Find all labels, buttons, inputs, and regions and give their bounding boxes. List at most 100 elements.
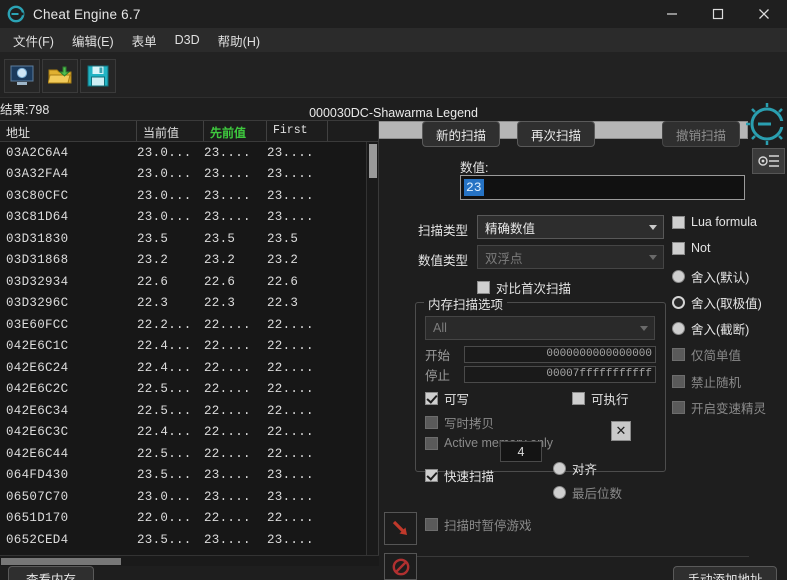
results-horizontal-scrollbar[interactable] bbox=[0, 555, 379, 566]
address-cell: 042E6C24 bbox=[6, 360, 69, 375]
fast-scan-checkbox[interactable]: 快速扫描 bbox=[425, 466, 494, 485]
radio-circle bbox=[672, 322, 685, 335]
column-first-value[interactable]: First bbox=[267, 121, 328, 141]
round-default-radio[interactable]: 舍入(默认) bbox=[672, 267, 749, 286]
menu-edit[interactable]: 编辑(E) bbox=[63, 28, 123, 53]
scan-value-input[interactable]: 23 bbox=[460, 175, 745, 200]
simple-values-only-checkbox[interactable]: 仅简单值 bbox=[672, 345, 741, 364]
table-row[interactable]: 042E6C24 22.4... 22.... 22.... bbox=[0, 357, 378, 379]
enable-speedhack-checkbox[interactable]: 开启变速精灵 bbox=[672, 398, 766, 417]
table-row[interactable]: 042E6C44 22.5... 22.... 22.... bbox=[0, 443, 378, 465]
table-row[interactable]: 03D3296C 22.3 22.3 22.3 bbox=[0, 293, 378, 315]
close-x-icon[interactable]: ✕ bbox=[611, 421, 631, 441]
value-type-select[interactable]: 双浮点 bbox=[477, 245, 664, 269]
table-row[interactable]: 03C81D64 23.0... 23.... 23.... bbox=[0, 207, 378, 229]
close-icon[interactable] bbox=[741, 0, 787, 28]
table-row[interactable]: 0651D170 22.0... 22.... 22.... bbox=[0, 508, 378, 530]
open-folder-icon[interactable] bbox=[42, 59, 78, 93]
first-value-cell: 22.6 bbox=[267, 274, 299, 289]
select-process-icon[interactable] bbox=[4, 59, 40, 93]
checkbox-box bbox=[672, 241, 685, 255]
address-cell: 0652CED4 bbox=[6, 532, 69, 547]
add-address-manually-button[interactable]: 手动添加地址 bbox=[673, 566, 777, 580]
table-row[interactable]: 042E6C2C 22.5... 22.... 22.... bbox=[0, 379, 378, 401]
current-value-cell: 23.5... bbox=[137, 468, 192, 483]
table-row[interactable]: 03A32FA4 23.0... 23.... 23.... bbox=[0, 164, 378, 186]
lua-formula-checkbox[interactable]: Lua formula bbox=[672, 215, 757, 229]
red-no-entry-icon[interactable] bbox=[384, 553, 417, 580]
column-current-value[interactable]: 当前值 bbox=[137, 121, 204, 141]
alignment-radio[interactable]: 对齐 bbox=[553, 459, 597, 478]
writable-checkbox[interactable]: 可写 bbox=[425, 389, 469, 408]
not-checkbox[interactable]: Not bbox=[672, 241, 710, 255]
first-value-cell: 23.... bbox=[267, 145, 314, 160]
table-row[interactable]: 042E6C34 22.5... 22.... 22.... bbox=[0, 400, 378, 422]
fast-scan-value-input[interactable]: 4 bbox=[500, 441, 542, 462]
start-address-input[interactable]: 0000000000000000 bbox=[464, 346, 656, 363]
value-label: 数值: bbox=[460, 161, 489, 175]
undo-scan-button[interactable]: 撤销扫描 bbox=[662, 121, 740, 147]
address-cell: 042E6C44 bbox=[6, 446, 69, 461]
results-vertical-scroll-thumb[interactable] bbox=[369, 144, 377, 178]
address-cell: 042E6C34 bbox=[6, 403, 69, 418]
stop-address-input[interactable]: 00007fffffffffff bbox=[464, 366, 656, 383]
menu-table[interactable]: 表单 bbox=[123, 28, 166, 53]
first-value-cell: 22.... bbox=[267, 425, 314, 440]
maximize-icon[interactable] bbox=[695, 0, 741, 28]
table-row[interactable]: 03E60FCC 22.2... 22.... 22.... bbox=[0, 314, 378, 336]
save-floppy-icon[interactable] bbox=[80, 59, 116, 93]
last-digits-label: 最后位数 bbox=[572, 487, 623, 501]
table-row[interactable]: 03A2C6A4 23.0... 23.... 23.... bbox=[0, 142, 378, 164]
previous-value-cell: 23.... bbox=[204, 532, 251, 547]
menu-file[interactable]: 文件(F) bbox=[4, 28, 63, 53]
table-row[interactable]: 06507C70 23.0... 23.... 23.... bbox=[0, 486, 378, 508]
column-previous-value[interactable]: 先前值 bbox=[204, 121, 267, 141]
table-row[interactable]: 03D31830 23.5 23.5 23.5 bbox=[0, 228, 378, 250]
first-value-cell: 23.... bbox=[267, 167, 314, 182]
first-value-cell: 22.3 bbox=[267, 296, 299, 311]
memory-region-select[interactable]: All bbox=[425, 316, 655, 340]
menu-help[interactable]: 帮助(H) bbox=[209, 28, 269, 53]
results-count-label: 结果:798 bbox=[0, 103, 50, 117]
round-truncate-radio[interactable]: 舍入(截断) bbox=[672, 319, 749, 338]
no-random-checkbox[interactable]: 禁止随机 bbox=[672, 372, 741, 391]
title-bar: Cheat Engine 6.7 bbox=[0, 0, 787, 28]
column-address[interactable]: 地址 bbox=[0, 121, 137, 141]
new-scan-button[interactable]: 新的扫描 bbox=[422, 121, 500, 147]
executable-checkbox[interactable]: 可执行 bbox=[572, 389, 629, 408]
checkbox-box bbox=[425, 416, 438, 429]
previous-value-cell: 22.... bbox=[204, 425, 251, 440]
table-row[interactable]: 03D32934 22.6 22.6 22.6 bbox=[0, 271, 378, 293]
table-row[interactable]: 042E6C3C 22.4... 22.... 22.... bbox=[0, 422, 378, 444]
minimize-icon[interactable] bbox=[649, 0, 695, 28]
no-random-label: 禁止随机 bbox=[691, 376, 742, 390]
last-digits-radio[interactable]: 最后位数 bbox=[553, 483, 622, 502]
table-row[interactable]: 03C80CFC 23.0... 23.... 23.... bbox=[0, 185, 378, 207]
copy-on-write-checkbox[interactable]: 写时拷贝 bbox=[425, 413, 494, 432]
results-vertical-scrollbar[interactable] bbox=[366, 142, 378, 556]
current-value-cell: 22.4... bbox=[137, 360, 192, 375]
view-memory-button[interactable]: 查看内存 bbox=[8, 566, 94, 580]
pause-game-checkbox[interactable]: 扫描时暂停游戏 bbox=[425, 515, 532, 534]
previous-value-cell: 22.6 bbox=[204, 274, 236, 289]
table-row[interactable]: 03D31868 23.2 23.2 23.2 bbox=[0, 250, 378, 272]
round-extreme-radio[interactable]: 舍入(取极值) bbox=[672, 293, 762, 312]
table-row[interactable]: 042E6C1C 22.4... 22.... 22.... bbox=[0, 336, 378, 358]
menu-d3d[interactable]: D3D bbox=[166, 30, 209, 50]
address-cell: 06507C70 bbox=[6, 489, 69, 504]
results-horizontal-scroll-thumb[interactable] bbox=[1, 558, 121, 565]
first-value-cell: 22.... bbox=[267, 446, 314, 461]
table-row[interactable]: 064FD430 23.5... 23.... 23.... bbox=[0, 465, 378, 487]
current-value-cell: 22.2... bbox=[137, 317, 192, 332]
alignment-label: 对齐 bbox=[572, 463, 598, 477]
table-row[interactable]: 0652CED4 23.5... 23.... 23.... bbox=[0, 529, 378, 551]
toolbar: 000030DC-Shawarma Legend bbox=[0, 52, 787, 174]
red-arrow-down-right-icon[interactable] bbox=[384, 512, 417, 545]
checkbox-box bbox=[425, 469, 438, 482]
radio-circle bbox=[553, 486, 566, 499]
scan-type-select[interactable]: 精确数值 bbox=[477, 215, 664, 239]
first-value-cell: 22.... bbox=[267, 403, 314, 418]
scan-value-text: 23 bbox=[464, 179, 484, 196]
previous-value-cell: 22.... bbox=[204, 446, 251, 461]
next-scan-button[interactable]: 再次扫描 bbox=[517, 121, 595, 147]
